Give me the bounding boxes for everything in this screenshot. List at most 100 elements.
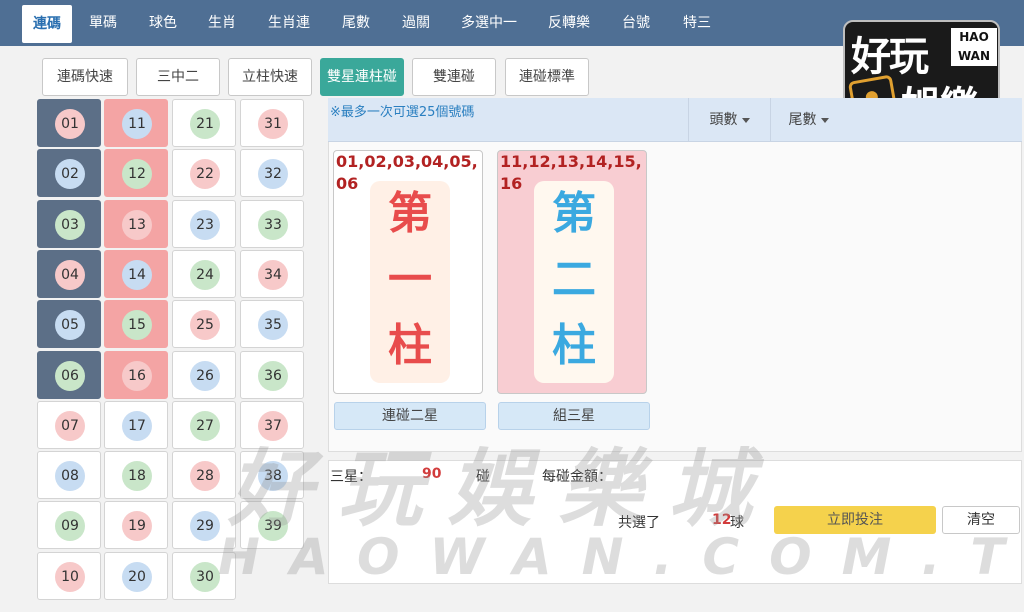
tab-guoguan[interactable]: 過關: [402, 0, 430, 46]
tab-duoxuan[interactable]: 多選中一: [461, 0, 517, 46]
number-ball: 34: [258, 260, 288, 290]
number-ball: 29: [190, 511, 220, 541]
number-cell[interactable]: 14: [104, 250, 168, 298]
number-cell[interactable]: 18: [104, 451, 168, 499]
number-ball: 28: [190, 461, 220, 491]
number-ball: 13: [122, 210, 152, 240]
number-ball: 26: [190, 361, 220, 391]
number-cell[interactable]: 13: [104, 200, 168, 248]
tab-taihao[interactable]: 台號: [622, 0, 650, 46]
number-ball: 30: [190, 562, 220, 592]
number-cell[interactable]: 12: [104, 149, 168, 197]
number-cell[interactable]: 16: [104, 351, 168, 399]
subtab-shuangxing-lianzhu[interactable]: 雙星連柱碰: [320, 58, 404, 96]
number-ball: 15: [122, 310, 152, 340]
subtab-shuang-lianpeng[interactable]: 雙連碰: [412, 58, 496, 96]
column-2-char: 第: [552, 188, 596, 239]
number-ball: 19: [122, 511, 152, 541]
number-cell[interactable]: 20: [104, 552, 168, 600]
number-ball: 25: [190, 310, 220, 340]
tab-weishu[interactable]: 尾數: [342, 0, 370, 46]
number-cell[interactable]: 17: [104, 401, 168, 449]
logo-badge-top: HAO: [959, 30, 989, 44]
number-cell[interactable]: 04: [37, 250, 101, 298]
number-ball: 12: [122, 159, 152, 189]
number-cell[interactable]: 19: [104, 501, 168, 549]
tab-shengxiao[interactable]: 生肖: [208, 0, 236, 46]
number-ball: 24: [190, 260, 220, 290]
head-filter-dropdown[interactable]: 頭數: [688, 98, 770, 142]
number-cell[interactable]: 11: [104, 99, 168, 147]
caret-down-icon: [741, 117, 750, 123]
number-ball: 36: [258, 361, 288, 391]
subtab-lizhu-quick[interactable]: 立柱快速: [228, 58, 312, 96]
tab-fanzhuanle[interactable]: 反轉樂: [548, 0, 590, 46]
number-cell[interactable]: 09: [37, 501, 101, 549]
column-2-char: 柱: [552, 320, 596, 371]
number-cell[interactable]: 36: [240, 351, 304, 399]
number-cell[interactable]: 33: [240, 200, 304, 248]
number-cell[interactable]: 28: [172, 451, 236, 499]
subtab-san-zhong-er[interactable]: 三中二: [136, 58, 220, 96]
number-ball: 05: [55, 310, 85, 340]
number-ball: 35: [258, 310, 288, 340]
number-ball: 27: [190, 411, 220, 441]
number-ball: 20: [122, 562, 152, 592]
number-ball: 17: [122, 411, 152, 441]
number-ball: 09: [55, 511, 85, 541]
column-card-1[interactable]: 01,02,03,04,05,06 第 一 柱: [333, 150, 483, 394]
number-cell[interactable]: 07: [37, 401, 101, 449]
watermark-text-cn: 好玩娛樂城: [228, 440, 779, 538]
number-ball: 16: [122, 361, 152, 391]
max-select-notice: ※最多一次可選25個號碼: [330, 105, 475, 120]
number-cell[interactable]: 01: [37, 99, 101, 147]
number-ball: 04: [55, 260, 85, 290]
number-ball: 02: [55, 159, 85, 189]
number-cell[interactable]: 26: [172, 351, 236, 399]
number-ball: 06: [55, 361, 85, 391]
number-ball: 03: [55, 210, 85, 240]
number-ball: 21: [190, 109, 220, 139]
number-cell[interactable]: 15: [104, 300, 168, 348]
number-cell[interactable]: 35: [240, 300, 304, 348]
number-cell[interactable]: 02: [37, 149, 101, 197]
number-ball: 32: [258, 159, 288, 189]
column-card-2[interactable]: 11,12,13,14,15,16 第 二 柱: [497, 150, 647, 394]
tab-tesan[interactable]: 特三: [683, 0, 711, 46]
number-cell[interactable]: 34: [240, 250, 304, 298]
number-cell[interactable]: 24: [172, 250, 236, 298]
subtab-lianma-quick[interactable]: 連碼快速: [42, 58, 128, 96]
column-1-char: 柱: [388, 320, 432, 371]
tab-shengxiaolian[interactable]: 生肖連: [268, 0, 310, 46]
column-1-char: 第: [388, 188, 432, 239]
number-cell[interactable]: 27: [172, 401, 236, 449]
number-ball: 18: [122, 461, 152, 491]
tab-qiuse[interactable]: 球色: [149, 0, 177, 46]
number-cell[interactable]: 06: [37, 351, 101, 399]
tab-lianma[interactable]: 連碼: [22, 5, 72, 43]
number-cell[interactable]: 31: [240, 99, 304, 147]
number-ball: 07: [55, 411, 85, 441]
column-1-char: 一: [388, 254, 432, 305]
number-cell[interactable]: 25: [172, 300, 236, 348]
number-cell[interactable]: 23: [172, 200, 236, 248]
number-cell[interactable]: 21: [172, 99, 236, 147]
tail-filter-label: 尾數: [788, 112, 817, 128]
tail-filter-dropdown[interactable]: 尾數: [770, 98, 846, 142]
number-cell[interactable]: 22: [172, 149, 236, 197]
number-ball: 23: [190, 210, 220, 240]
tab-danma[interactable]: 單碼: [89, 0, 117, 46]
logo-badge-bottom: WAN: [957, 49, 991, 63]
number-cell[interactable]: 08: [37, 451, 101, 499]
subtab-lianpeng-standard[interactable]: 連碰標準: [505, 58, 589, 96]
watermark-text-url: HAOWAN.COM.TW: [218, 528, 1024, 586]
number-cell[interactable]: 10: [37, 552, 101, 600]
column-2-char: 二: [552, 254, 596, 305]
number-cell[interactable]: 32: [240, 149, 304, 197]
number-cell[interactable]: 03: [37, 200, 101, 248]
number-ball: 31: [258, 109, 288, 139]
number-cell[interactable]: 05: [37, 300, 101, 348]
column-2-label: 第 二 柱: [534, 181, 614, 383]
column-1-label: 第 一 柱: [370, 181, 450, 383]
head-filter-label: 頭數: [709, 112, 738, 128]
